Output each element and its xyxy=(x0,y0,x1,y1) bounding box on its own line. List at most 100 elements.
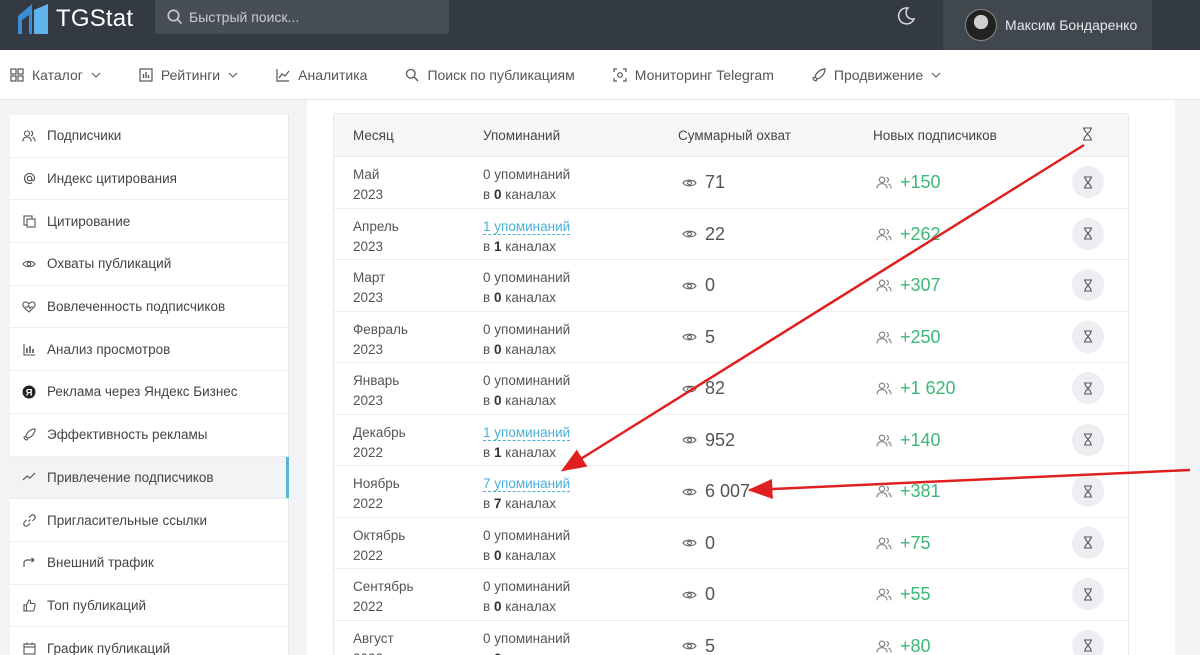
search-input[interactable] xyxy=(189,9,429,25)
sidebar-item-label: График публикаций xyxy=(47,640,171,655)
subscribers-cell: +140 xyxy=(876,430,941,451)
month-name: Ноябрь xyxy=(353,476,400,491)
sidebar-item-subscriber-acquisition[interactable]: Привлечение подписчиков xyxy=(10,456,289,500)
subscribers-cell: +55 xyxy=(876,584,931,605)
user-menu[interactable]: Максим Бондаренко xyxy=(943,0,1152,50)
details-button[interactable] xyxy=(1072,526,1104,559)
avatar xyxy=(965,9,997,41)
moon-icon[interactable] xyxy=(896,6,916,26)
channels-suffix: каналах xyxy=(501,651,556,655)
month-name: Январь xyxy=(353,373,400,388)
details-button[interactable] xyxy=(1072,629,1104,655)
details-button[interactable] xyxy=(1072,320,1104,353)
nav-item-ratings[interactable]: Рейтинги xyxy=(139,67,238,83)
header-reach: Суммарный охват xyxy=(678,128,791,143)
mentions-count: 0 упоминаний xyxy=(483,167,571,182)
reach-cell: 71 xyxy=(682,172,725,193)
nav-item-publication-search[interactable]: Поиск по публикациям xyxy=(405,66,575,83)
sidebar-item-citations[interactable]: Цитирование xyxy=(10,200,288,244)
month-year: 2022 xyxy=(353,649,394,655)
details-button[interactable] xyxy=(1072,217,1104,250)
sidebar-item-invite-links[interactable]: Пригласительные ссылки xyxy=(10,499,288,542)
user-name: Максим Бондаренко xyxy=(1005,17,1138,33)
month-cell: Март 2023 xyxy=(353,268,385,308)
mentions-cell: 7 упоминаний в 7 каналах xyxy=(483,474,571,514)
users-icon xyxy=(876,382,892,395)
mentions-count[interactable]: 1 упоминаний xyxy=(483,218,571,235)
table-header: Месяц Упоминаний Суммарный охват Новых п… xyxy=(334,114,1128,157)
details-button[interactable] xyxy=(1072,372,1104,404)
mentions-cell: 1 упоминаний в 1 каналах xyxy=(483,423,571,463)
month-cell: Февраль 2023 xyxy=(353,320,408,360)
nav-item-monitoring[interactable]: Мониторинг Telegram xyxy=(613,67,774,83)
monitor-icon xyxy=(613,67,627,82)
reach-cell: 6 007 xyxy=(682,481,750,502)
month-cell: Ноябрь 2022 xyxy=(353,474,400,514)
table-body: Май 2023 0 упоминаний в 0 каналах 71 +150 Апре… xyxy=(334,157,1128,655)
reach-cell: 0 xyxy=(682,584,715,605)
subscribers-cell: +1 620 xyxy=(876,378,956,399)
mentions-count: 0 упоминаний xyxy=(483,270,571,285)
month-year: 2022 xyxy=(353,547,384,563)
sidebar-item-top-publications[interactable]: Топ публикаций xyxy=(10,585,288,628)
rocket-icon xyxy=(21,428,37,441)
nav-item-catalog[interactable]: Каталог xyxy=(10,67,101,83)
eye-icon xyxy=(682,642,697,650)
subscribers-cell: +250 xyxy=(876,327,941,348)
main-nav: Каталог Рейтинги Аналитика Поиск по публ… xyxy=(0,50,1200,100)
sidebar-item-external-traffic[interactable]: Внешний трафик xyxy=(10,542,288,585)
search-box[interactable] xyxy=(155,0,449,34)
subscribers-value: +150 xyxy=(900,172,941,192)
mentions-count[interactable]: 1 упоминаний xyxy=(483,424,571,441)
eye-icon xyxy=(682,436,697,444)
details-button[interactable] xyxy=(1072,166,1104,198)
nav-item-analytics[interactable]: Аналитика xyxy=(276,67,367,83)
sidebar-item-label: Вовлеченность подписчиков xyxy=(47,299,226,315)
reach-value: 952 xyxy=(705,429,736,450)
channels-prefix: в xyxy=(483,547,494,563)
sidebar-item-label: Пригласительные ссылки xyxy=(47,512,208,528)
sidebar-item-citation-index[interactable]: Индекс цитирования xyxy=(10,158,288,201)
details-button[interactable] xyxy=(1072,423,1104,456)
month-year: 2023 xyxy=(353,238,384,254)
nav-item-promotion[interactable]: Продвижение xyxy=(812,67,941,83)
users-icon xyxy=(876,330,892,343)
nav-label: Каталог xyxy=(32,66,83,83)
details-button[interactable] xyxy=(1072,475,1104,507)
reach-cell: 0 xyxy=(682,275,715,296)
month-name: Август xyxy=(353,630,394,646)
nav-label: Поиск по публикациям xyxy=(427,66,575,83)
month-cell: Январь 2023 xyxy=(353,371,399,411)
sidebar-item-engagement[interactable]: Вовлеченность подписчиков xyxy=(10,286,288,329)
sidebar-item-ad-efficiency[interactable]: Эффективность рекламы xyxy=(10,414,288,457)
logo[interactable]: TGStat xyxy=(18,4,133,34)
sidebar-item-label: Индекс цитирования xyxy=(47,171,177,187)
users-icon xyxy=(876,536,892,549)
main-content: Месяц Упоминаний Суммарный охват Новых п… xyxy=(307,100,1175,655)
users-icon xyxy=(876,176,892,189)
mentions-cell: 0 упоминанийв 0 каналах xyxy=(483,371,570,411)
nav-label: Продвижение xyxy=(833,66,924,83)
details-button[interactable] xyxy=(1072,269,1104,301)
sidebar-item-publication-schedule[interactable]: График публикаций xyxy=(10,627,288,655)
mentions-count[interactable]: 7 упоминаний xyxy=(483,476,571,492)
sidebar-item-yandex-ads[interactable]: Я Реклама через Яндекс Бизнес xyxy=(10,371,288,414)
reach-value: 22 xyxy=(705,223,726,244)
details-button[interactable] xyxy=(1072,578,1104,610)
sidebar-item-label: Внешний трафик xyxy=(47,555,154,571)
channels-suffix: каналах xyxy=(501,341,557,357)
hourglass-icon xyxy=(1084,587,1092,601)
eye-icon xyxy=(682,591,697,598)
month-year: 2022 xyxy=(353,496,384,511)
sidebar-item-views-analysis[interactable]: Анализ просмотров xyxy=(10,328,288,372)
chevron-down-icon xyxy=(228,72,238,78)
hourglass-icon xyxy=(1083,127,1092,141)
sidebar-item-subscribers[interactable]: Подписчики xyxy=(10,115,288,158)
subscribers-value: +75 xyxy=(900,532,931,553)
subscribers-value: +80 xyxy=(900,635,931,655)
reach-cell: 5 xyxy=(682,636,715,655)
reach-cell: 0 xyxy=(682,533,715,554)
sidebar-item-reach[interactable]: Охваты публикаций xyxy=(10,243,288,286)
reach-value: 0 xyxy=(705,584,716,604)
month-cell: Октябрь 2022 xyxy=(353,526,405,566)
